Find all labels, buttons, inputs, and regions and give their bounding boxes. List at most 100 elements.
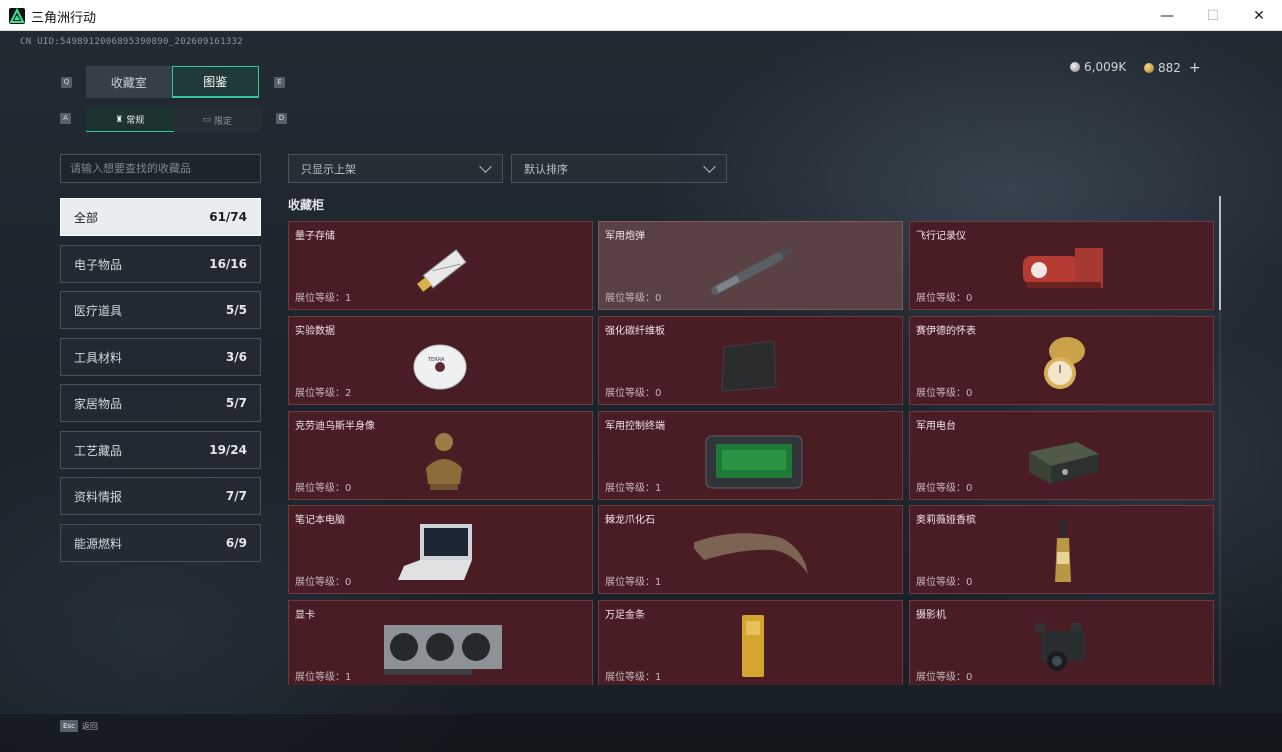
svg-text:TERRA: TERRA	[427, 357, 445, 363]
item-name: 飞行记录仪	[916, 231, 966, 242]
back-button[interactable]: Esc 返回	[60, 720, 98, 732]
minimize-button[interactable]: —	[1144, 0, 1190, 31]
app-logo-icon	[9, 8, 25, 24]
player-uid: CN UID:5498912006895390890_202609161332	[20, 37, 244, 47]
category-all[interactable]: 全部 61/74	[60, 198, 261, 236]
item-name: 笔记本电脑	[295, 515, 345, 526]
item-name: 军用电台	[916, 421, 956, 432]
category-count: 6/9	[225, 536, 247, 550]
silver-coin-icon	[1070, 62, 1080, 72]
category-label: 资料情报	[74, 489, 123, 504]
item-level: 展位等级：0	[295, 483, 352, 494]
champagne-icon	[1055, 520, 1071, 582]
item-level: 展位等级：1	[605, 483, 662, 494]
game-viewport: CN UID:5498912006895390890_202609161332 …	[0, 31, 1282, 752]
artillery-shell-icon	[711, 248, 795, 296]
tab-codex[interactable]: 图鉴	[171, 66, 259, 98]
sort-dropdown[interactable]: 默认排序	[511, 154, 727, 183]
category-label: 能源燃料	[74, 536, 123, 551]
item-name: 实验数据	[295, 326, 335, 337]
item-name: 军用炮弹	[605, 231, 645, 242]
back-label: 返回	[81, 721, 98, 731]
collection-search-input[interactable]	[60, 154, 261, 183]
category-medical[interactable]: 医疗道具 5/5	[60, 291, 261, 329]
subtab-limited[interactable]: ▭ 限定	[173, 108, 261, 132]
item-card[interactable]: 赛伊德的怀表 展位等级：0	[909, 316, 1214, 405]
add-currency-button[interactable]: +	[1189, 60, 1201, 76]
item-name: 克劳迪乌斯半身像	[295, 421, 375, 432]
category-energy[interactable]: 能源燃料 6/9	[60, 524, 261, 562]
esc-key-hint: Esc	[60, 720, 78, 732]
category-count: 7/7	[225, 489, 247, 503]
item-level: 展位等级：1	[605, 577, 662, 588]
item-card[interactable]: 奥莉薇娅香槟 展位等级：0	[909, 505, 1214, 594]
key-hint-e: E	[274, 77, 285, 88]
tab-collection-room[interactable]: 收藏室	[86, 66, 172, 98]
chevron-down-icon	[703, 159, 716, 173]
item-card[interactable]: 笔记本电脑 展位等级：0	[288, 505, 593, 594]
item-level: 展位等级：0	[295, 577, 352, 588]
maximize-button[interactable]: ☐	[1190, 0, 1236, 31]
claw-fossil-icon	[694, 533, 808, 574]
category-crafts[interactable]: 工艺藏品 19/24	[60, 431, 261, 469]
category-label: 家居物品	[74, 396, 123, 411]
item-level: 展位等级：1	[295, 672, 352, 683]
control-terminal-icon	[705, 435, 803, 489]
category-label: 医疗道具	[74, 303, 123, 318]
gold-currency: 882 +	[1144, 60, 1201, 76]
item-name: 强化碳纤维板	[605, 326, 665, 337]
item-card[interactable]: 实验数据 TERRA 展位等级：2	[288, 316, 593, 405]
category-count: 61/74	[209, 210, 247, 224]
category-intel[interactable]: 资料情报 7/7	[60, 477, 261, 515]
item-card[interactable]: 军用炮弹 展位等级：0	[598, 221, 903, 310]
item-card[interactable]: 军用电台 展位等级：0	[909, 411, 1214, 500]
camera-icon	[1035, 623, 1085, 671]
key-hint-a: A	[60, 113, 71, 124]
silver-currency: 6,009K	[1070, 60, 1126, 74]
item-card[interactable]: 军用控制终端 展位等级：1	[598, 411, 903, 500]
category-label: 工具材料	[74, 350, 123, 365]
item-card[interactable]: 棘龙爪化石 展位等级：1	[598, 505, 903, 594]
item-name: 显卡	[295, 610, 315, 621]
item-card[interactable]: 强化碳纤维板 展位等级：0	[598, 316, 903, 405]
main-tabs: 收藏室 图鉴	[86, 66, 259, 98]
gold-coin-icon	[1144, 63, 1154, 73]
item-card[interactable]: 克劳迪乌斯半身像 展位等级：0	[288, 411, 593, 500]
category-label: 工艺藏品	[74, 443, 123, 458]
subtab-regular[interactable]: ♜ 常规	[86, 108, 174, 132]
item-name: 摄影机	[916, 610, 946, 621]
item-card[interactable]: 量子存储 展位等级：1	[288, 221, 593, 310]
category-household[interactable]: 家居物品 5/7	[60, 384, 261, 422]
item-level: 展位等级：0	[916, 577, 973, 588]
item-card[interactable]: 飞行记录仪 展位等级：0	[909, 221, 1214, 310]
show-filter-dropdown[interactable]: 只显示上架	[288, 154, 503, 183]
silver-amount: 6,009K	[1084, 60, 1127, 74]
item-name: 棘龙爪化石	[605, 515, 655, 526]
item-card[interactable]: 显卡 展位等级：1	[288, 600, 593, 685]
window-titlebar: 三角洲行动 — ☐ ✕	[0, 0, 1282, 31]
regular-icon: ♜	[115, 114, 124, 125]
key-hint-q: Q	[61, 77, 72, 88]
item-card[interactable]: 摄影机 展位等级：0	[909, 600, 1214, 685]
carbon-plate-icon	[721, 340, 777, 392]
item-name: 奥莉薇娅香槟	[916, 515, 976, 526]
category-label: 电子物品	[74, 257, 123, 272]
item-level: 展位等级：2	[295, 388, 352, 399]
scrollbar-thumb[interactable]	[1219, 196, 1221, 310]
category-tools[interactable]: 工具材料 3/6	[60, 338, 261, 376]
category-label: 全部	[74, 210, 99, 225]
subtab-regular-label: 常规	[126, 116, 145, 126]
item-card[interactable]: 万足金条 展位等级：1	[598, 600, 903, 685]
show-filter-value: 只显示上架	[301, 162, 356, 176]
category-electronics[interactable]: 电子物品 16/16	[60, 245, 261, 283]
item-name: 量子存储	[295, 231, 335, 242]
close-button[interactable]: ✕	[1236, 0, 1282, 31]
item-grid: 量子存储 展位等级：1 军用炮弹 展位等级：0 飞行记录仪 展位等级：0 实验数…	[288, 221, 1214, 685]
item-name: 军用控制终端	[605, 421, 665, 432]
category-count: 3/6	[225, 350, 247, 364]
pocket-watch-icon	[1044, 337, 1085, 389]
subtab-limited-label: 限定	[214, 116, 233, 127]
bottom-bar	[0, 714, 1282, 752]
data-disc-icon: TERRA	[413, 344, 467, 390]
item-level: 展位等级：0	[916, 293, 973, 304]
